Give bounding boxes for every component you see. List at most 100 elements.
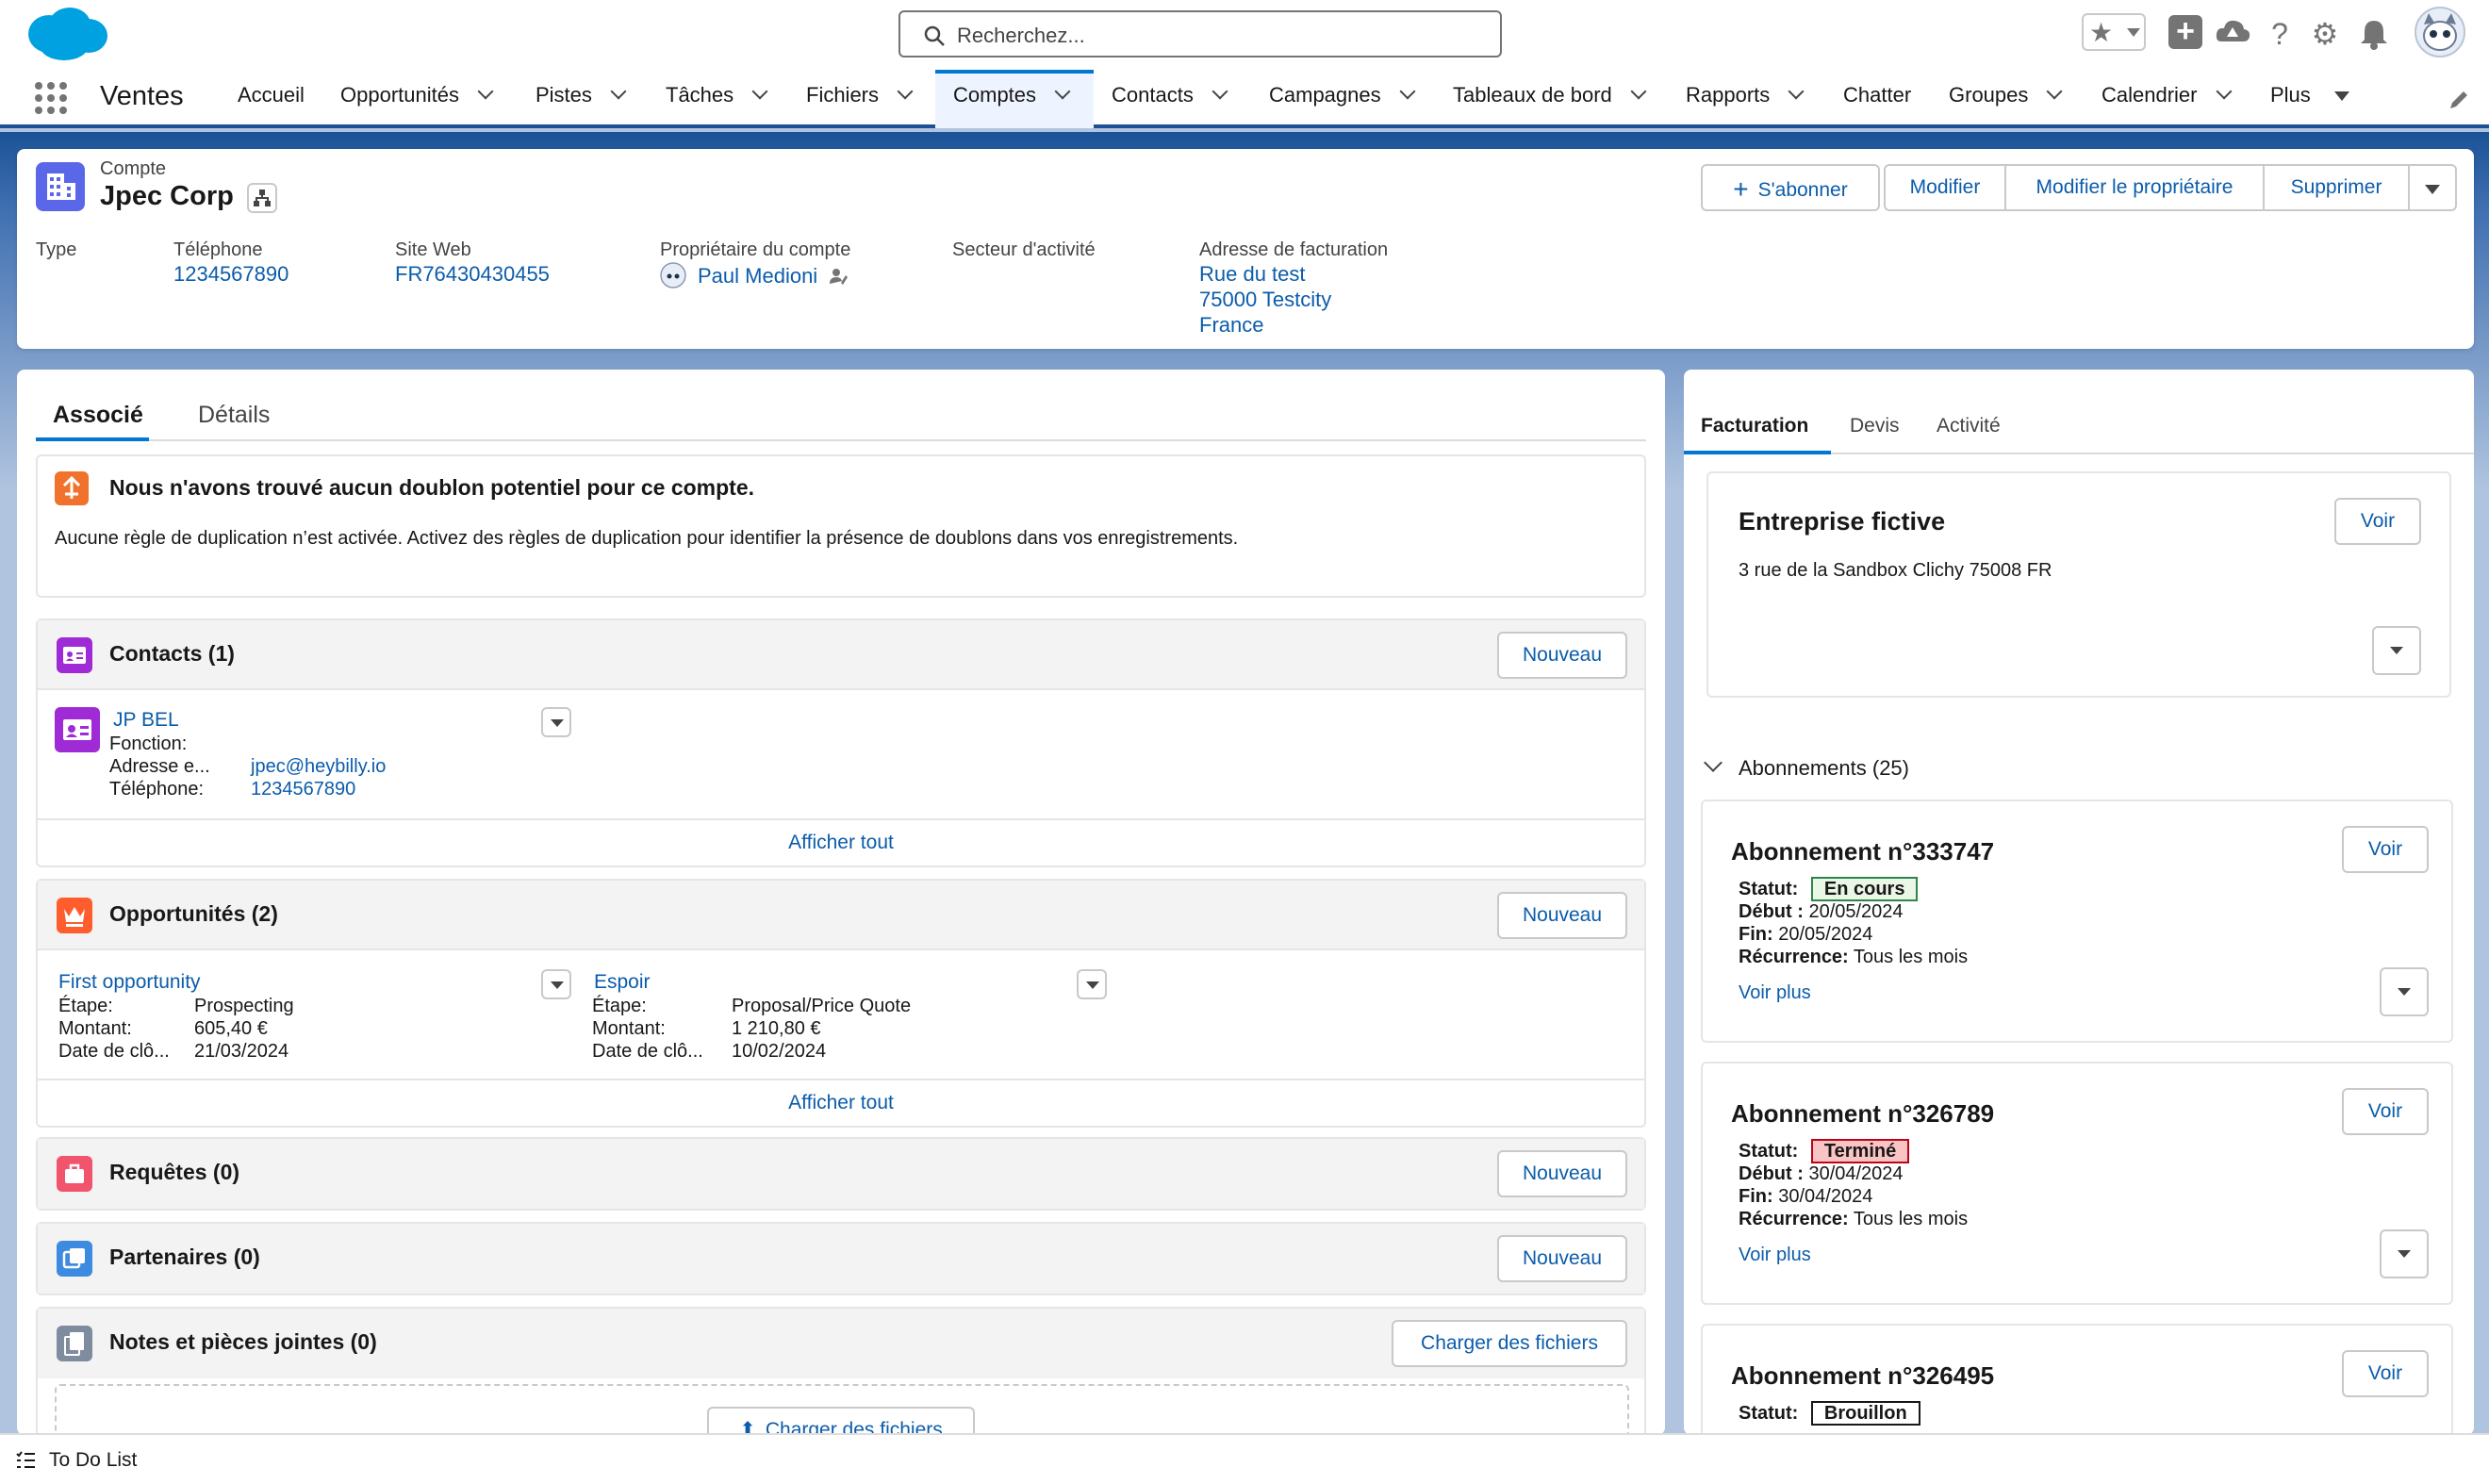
chevron-down-icon[interactable] xyxy=(1788,83,1805,100)
edit-nav-pencil-icon[interactable] xyxy=(2448,89,2470,111)
nav-item-comptes[interactable]: Comptes xyxy=(953,83,1071,107)
billing-address-line3[interactable]: France xyxy=(1199,313,1263,338)
nav-item-chatter[interactable]: Chatter xyxy=(1843,83,1911,107)
nav-item-taches[interactable]: Tâches xyxy=(666,83,768,107)
tab-details[interactable]: Détails xyxy=(198,402,270,429)
subscriptions-header[interactable]: Abonnements (25) xyxy=(1739,756,1909,781)
subscription-start: Début : 30/04/2024 xyxy=(1739,1163,1904,1184)
subscribe-button[interactable]: + S'abonner xyxy=(1701,164,1880,211)
chevron-down-icon[interactable] xyxy=(610,83,627,100)
company-view-button[interactable]: Voir xyxy=(2334,498,2421,545)
global-search-input[interactable]: Recherchez... xyxy=(898,10,1502,58)
new-contact-button[interactable]: Nouveau xyxy=(1497,632,1627,679)
user-avatar[interactable] xyxy=(2414,6,2466,58)
tab-quotes[interactable]: Devis xyxy=(1850,415,1900,437)
chevron-down-icon[interactable] xyxy=(1399,83,1416,100)
chevron-down-icon[interactable] xyxy=(1704,753,1723,772)
chevron-down-icon[interactable] xyxy=(1212,83,1228,100)
new-partner-button[interactable]: Nouveau xyxy=(1497,1235,1627,1282)
opportunity-stage-value: Prospecting xyxy=(194,996,294,1016)
nav-item-fichiers[interactable]: Fichiers xyxy=(806,83,914,107)
tab-related[interactable]: Associé xyxy=(36,398,149,441)
nav-item-pistes[interactable]: Pistes xyxy=(536,83,627,107)
tab-activity[interactable]: Activité xyxy=(1937,415,2001,437)
favorites-button[interactable]: ★ xyxy=(2082,13,2146,51)
nav-item-groupes[interactable]: Groupes xyxy=(1949,83,2063,107)
opportunity-row-actions[interactable] xyxy=(1077,969,1107,999)
object-label: Compte xyxy=(100,158,167,179)
salesforce-logo-icon[interactable] xyxy=(21,4,111,66)
chevron-down-icon[interactable] xyxy=(1054,83,1071,100)
change-owner-button[interactable]: Modifier le propriétaire xyxy=(2004,164,2265,211)
file-drop-zone[interactable]: ⬆ Charger des fichiers xyxy=(55,1384,1629,1435)
help-icon[interactable]: ? xyxy=(2261,15,2299,53)
opportunity-row-actions[interactable] xyxy=(541,969,571,999)
subscription-actions-dropdown[interactable] xyxy=(2380,1229,2429,1278)
status-badge: Brouillon xyxy=(1810,1401,1920,1426)
opportunity-close-label: Date de clô... xyxy=(592,1041,703,1062)
opportunity-icon xyxy=(57,898,92,933)
contact-email-link[interactable]: jpec@heybilly.io xyxy=(251,756,386,778)
opportunities-view-all-link[interactable]: Afficher tout xyxy=(38,1092,1644,1114)
case-icon xyxy=(57,1156,92,1192)
billing-address-line2[interactable]: 75000 Testcity xyxy=(1199,288,1331,312)
upload-files-inner-button[interactable]: ⬆ Charger des fichiers xyxy=(707,1407,975,1435)
company-actions-dropdown[interactable] xyxy=(2372,626,2421,675)
opportunity-name-link[interactable]: Espoir xyxy=(594,971,651,994)
more-actions-button[interactable] xyxy=(2408,164,2457,211)
notes-header: Notes et pièces jointes (0) Charger des … xyxy=(38,1309,1644,1378)
type-label: Type xyxy=(36,239,77,260)
phone-label: Téléphone xyxy=(173,239,263,260)
phone-value[interactable]: 1234567890 xyxy=(173,262,288,287)
upload-files-button[interactable]: Charger des fichiers xyxy=(1392,1320,1627,1367)
notes-attachments-related-list: Notes et pièces jointes (0) Charger des … xyxy=(36,1307,1646,1435)
tab-billing[interactable]: Facturation xyxy=(1684,411,1831,454)
new-opportunity-button[interactable]: Nouveau xyxy=(1497,892,1627,939)
contact-row-actions[interactable] xyxy=(541,707,571,737)
nav-item-tableaux-de-bord[interactable]: Tableaux de bord xyxy=(1453,83,1647,107)
chevron-down-icon[interactable] xyxy=(1630,83,1647,100)
gear-icon[interactable]: ⚙ xyxy=(2306,15,2344,53)
hierarchy-button[interactable] xyxy=(247,183,277,213)
change-owner-icon[interactable] xyxy=(828,266,849,287)
nav-item-rapports[interactable]: Rapports xyxy=(1686,83,1805,107)
billing-address-line1[interactable]: Rue du test xyxy=(1199,262,1306,287)
subscription-view-more-link[interactable]: Voir plus xyxy=(1739,1245,1811,1266)
nav-item-plus[interactable]: Plus xyxy=(2270,83,2349,107)
owner-link[interactable]: Paul Medioni xyxy=(698,264,817,289)
subscription-view-more-link[interactable]: Voir plus xyxy=(1739,982,1811,1004)
contacts-view-all-link[interactable]: Afficher tout xyxy=(38,832,1644,854)
subscription-view-button[interactable]: Voir xyxy=(2342,1088,2429,1135)
opportunity-stage-label: Étape: xyxy=(592,996,647,1016)
website-label: Site Web xyxy=(395,239,471,260)
trailhead-cloud-icon[interactable] xyxy=(2214,15,2251,51)
opportunity-name-link[interactable]: First opportunity xyxy=(58,971,201,994)
contact-phone-link[interactable]: 1234567890 xyxy=(251,779,355,800)
chevron-down-icon[interactable] xyxy=(2216,83,2232,100)
new-case-button[interactable]: Nouveau xyxy=(1497,1150,1627,1197)
nav-item-calendrier[interactable]: Calendrier xyxy=(2102,83,2232,107)
chevron-down-icon[interactable] xyxy=(897,83,914,100)
nav-item-accueil[interactable]: Accueil xyxy=(238,83,305,107)
duplicate-title: Nous n'avons trouvé aucun doublon potent… xyxy=(109,475,755,500)
nav-item-campagnes[interactable]: Campagnes xyxy=(1269,83,1416,107)
website-link[interactable]: FR76430430455 xyxy=(395,262,550,287)
opportunities-title: Opportunités (2) xyxy=(109,901,278,926)
subscription-view-button[interactable]: Voir xyxy=(2342,1350,2429,1397)
duplicate-icon xyxy=(55,471,89,505)
subscription-view-button[interactable]: Voir xyxy=(2342,826,2429,873)
subscription-actions-dropdown[interactable] xyxy=(2380,967,2429,1016)
edit-button[interactable]: Modifier xyxy=(1884,164,2006,211)
delete-button[interactable]: Supprimer xyxy=(2263,164,2410,211)
nav-item-opportunites[interactable]: Opportunités xyxy=(340,83,494,107)
app-launcher-icon[interactable] xyxy=(34,81,68,115)
global-add-icon[interactable]: + xyxy=(2168,15,2202,49)
opportunity-stage-value: Proposal/Price Quote xyxy=(732,996,912,1016)
chevron-down-icon[interactable] xyxy=(751,83,768,100)
nav-item-contacts[interactable]: Contacts xyxy=(1112,83,1228,107)
opportunities-header: Opportunités (2) Nouveau xyxy=(38,881,1644,950)
bell-icon[interactable] xyxy=(2357,17,2391,51)
chevron-down-icon[interactable] xyxy=(2046,83,2063,100)
chevron-down-icon[interactable] xyxy=(477,83,494,100)
contact-name-link[interactable]: JP BEL xyxy=(113,709,179,732)
